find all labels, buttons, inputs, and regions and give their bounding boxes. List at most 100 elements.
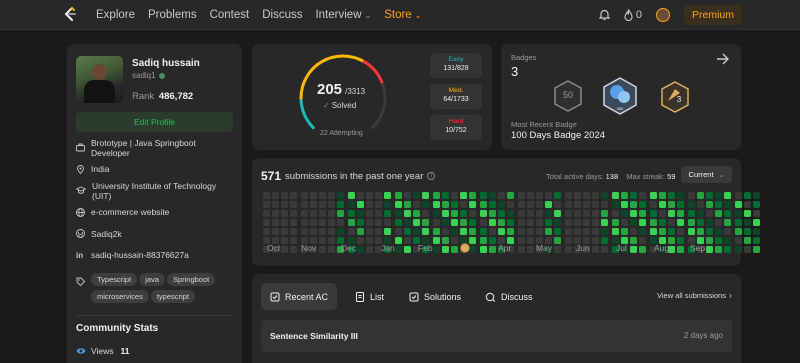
heatmap-cell[interactable] — [592, 192, 599, 199]
heatmap-cell[interactable] — [630, 192, 637, 199]
heatmap-cell[interactable] — [554, 246, 561, 253]
heatmap-cell[interactable] — [272, 228, 279, 235]
heatmap-cell[interactable] — [469, 237, 476, 244]
heatmap-cell[interactable] — [630, 210, 637, 217]
heatmap-cell[interactable] — [433, 228, 440, 235]
heatmap-cell[interactable] — [319, 192, 326, 199]
heatmap-cell[interactable] — [281, 201, 288, 208]
heatmap-cell[interactable] — [650, 210, 657, 217]
heatmap-cell[interactable] — [527, 228, 534, 235]
heatmap-cell[interactable] — [612, 219, 619, 226]
skill-tag[interactable]: microservices — [91, 290, 149, 303]
heatmap-cell[interactable] — [301, 201, 308, 208]
heatmap-cell[interactable] — [507, 228, 514, 235]
heatmap-cell[interactable] — [422, 192, 429, 199]
heatmap-cell[interactable] — [565, 246, 572, 253]
heatmap-cell[interactable] — [489, 192, 496, 199]
heatmap-cell[interactable] — [518, 201, 525, 208]
heatmap-cell[interactable] — [366, 219, 373, 226]
heatmap-cell[interactable] — [404, 192, 411, 199]
heatmap-cell[interactable] — [413, 228, 420, 235]
heatmap-cell[interactable] — [422, 219, 429, 226]
heatmap-cell[interactable] — [527, 237, 534, 244]
heatmap-cell[interactable] — [639, 228, 646, 235]
heatmap-cell[interactable] — [404, 246, 411, 253]
heatmap-cell[interactable] — [348, 210, 355, 217]
heatmap-cell[interactable] — [348, 201, 355, 208]
heatmap-cell[interactable] — [688, 192, 695, 199]
heatmap-cell[interactable] — [592, 246, 599, 253]
heatmap-cell[interactable] — [301, 219, 308, 226]
heatmap-cell[interactable] — [328, 192, 335, 199]
heatmap-cell[interactable] — [404, 210, 411, 217]
heatmap-cell[interactable] — [272, 201, 279, 208]
heatmap-cell[interactable] — [384, 192, 391, 199]
heatmap-cell[interactable] — [724, 246, 731, 253]
heatmap-cell[interactable] — [715, 201, 722, 208]
heatmap-cell[interactable] — [451, 228, 458, 235]
heatmap-cell[interactable] — [357, 246, 364, 253]
heatmap-cell[interactable] — [442, 201, 449, 208]
heatmap-cell[interactable] — [735, 192, 742, 199]
heatmap-cell[interactable] — [518, 210, 525, 217]
heatmap-cell[interactable] — [715, 192, 722, 199]
heatmap-cell[interactable] — [601, 192, 608, 199]
heatmap-cell[interactable] — [639, 192, 646, 199]
heatmap-cell[interactable] — [621, 210, 628, 217]
heatmap-cell[interactable] — [489, 237, 496, 244]
heatmap-cell[interactable] — [592, 237, 599, 244]
heatmap-cell[interactable] — [677, 219, 684, 226]
heatmap-cell[interactable] — [621, 192, 628, 199]
skill-tag[interactable]: typescript — [150, 290, 195, 303]
heatmap-cell[interactable] — [518, 237, 525, 244]
heatmap-cell[interactable] — [433, 201, 440, 208]
heatmap-cell[interactable] — [565, 228, 572, 235]
heatmap-cell[interactable] — [601, 228, 608, 235]
heatmap-cell[interactable] — [583, 228, 590, 235]
heatmap-cell[interactable] — [301, 192, 308, 199]
heatmap-cell[interactable] — [404, 228, 411, 235]
heatmap-cell[interactable] — [357, 228, 364, 235]
heatmap-cell[interactable] — [442, 192, 449, 199]
heatmap-cell[interactable] — [489, 210, 496, 217]
heatmap-cell[interactable] — [753, 201, 760, 208]
heatmap-cell[interactable] — [366, 201, 373, 208]
heatmap-cell[interactable] — [263, 219, 270, 226]
heatmap-cell[interactable] — [480, 219, 487, 226]
heatmap-cell[interactable] — [328, 246, 335, 253]
heatmap-cell[interactable] — [357, 201, 364, 208]
heatmap-cell[interactable] — [706, 201, 713, 208]
heatmap-cell[interactable] — [290, 192, 297, 199]
heatmap-cell[interactable] — [272, 192, 279, 199]
heatmap-cell[interactable] — [263, 201, 270, 208]
heatmap-cell[interactable] — [677, 201, 684, 208]
heatmap-cell[interactable] — [469, 228, 476, 235]
heatmap-cell[interactable] — [639, 210, 646, 217]
heatmap-cell[interactable] — [565, 237, 572, 244]
heatmap-cell[interactable] — [384, 228, 391, 235]
heatmap-cell[interactable] — [601, 201, 608, 208]
heatmap-cell[interactable] — [433, 210, 440, 217]
heatmap-cell[interactable] — [366, 246, 373, 253]
heatmap-cell[interactable] — [630, 219, 637, 226]
heatmap-cell[interactable] — [518, 219, 525, 226]
heatmap-cell[interactable] — [697, 192, 704, 199]
heatmap-cell[interactable] — [650, 219, 657, 226]
heatmap-cell[interactable] — [357, 237, 364, 244]
heatmap-cell[interactable] — [460, 201, 467, 208]
heatmap-cell[interactable] — [724, 201, 731, 208]
heatmap-cell[interactable] — [413, 192, 420, 199]
heatmap-cell[interactable] — [422, 210, 429, 217]
heatmap-cell[interactable] — [357, 210, 364, 217]
heatmap-cell[interactable] — [612, 210, 619, 217]
heatmap-cell[interactable] — [565, 192, 572, 199]
heatmap-cell[interactable] — [489, 219, 496, 226]
annual-badge-icon[interactable] — [460, 243, 470, 253]
heatmap-cell[interactable] — [612, 228, 619, 235]
badge-100-days-icon[interactable]: 3 — [660, 81, 690, 113]
heatmap-cell[interactable] — [404, 219, 411, 226]
info-github[interactable]: Sadiq2k — [76, 223, 236, 245]
table-row[interactable]: Sentence Similarity III 2 days ago — [261, 320, 732, 352]
heatmap-cell[interactable] — [263, 192, 270, 199]
heatmap-cell[interactable] — [706, 210, 713, 217]
